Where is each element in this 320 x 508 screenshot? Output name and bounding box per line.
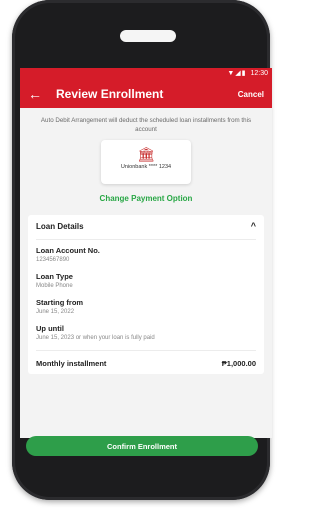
field-value: Mobile Phone [36,283,73,289]
signal-icon: ▼◢▮ [227,70,247,77]
field-value: 1234567890 [36,257,70,263]
loan-details-title: Loan Details [36,221,84,231]
chevron-up-icon[interactable]: ^ [251,221,256,231]
field-label: Loan Account No. [36,246,100,255]
field-value: June 15, 2022 [36,309,75,315]
field-label: Starting from [36,298,84,307]
bank-account-label: Unionbank **** 1234 [120,164,172,170]
field-value: June 15, 2023 or when your loan is fully… [36,335,155,341]
back-arrow-icon[interactable]: ← [28,80,50,108]
loan-type-field: Loan Type Mobile Phone [36,272,256,291]
loan-details-panel: Loan Details ^ Loan Account No. 12345678… [28,215,264,374]
cancel-button[interactable]: Cancel [238,90,264,99]
app-bar: ← Review Enrollment Cancel [20,80,272,108]
monthly-installment-value: ₱1,000.00 [221,359,256,368]
field-label: Up until [36,324,64,333]
field-label: Loan Type [36,272,73,281]
main-content: Auto Debit Arrangement will deduct the s… [20,108,272,438]
starting-from-field: Starting from June 15, 2022 [36,298,256,317]
status-time: 12:30 [250,70,268,77]
monthly-installment-row: Monthly installment ₱1,000.00 [36,350,256,368]
bank-account-card: 🏛 Unionbank **** 1234 [101,140,191,184]
auto-debit-info: Auto Debit Arrangement will deduct the s… [40,117,252,133]
change-payment-option-link[interactable]: Change Payment Option [28,194,264,203]
confirm-enrollment-button[interactable]: Confirm Enrollment [26,436,258,456]
loan-details-header[interactable]: Loan Details ^ [36,221,256,240]
monthly-installment-label: Monthly installment [36,359,107,368]
loan-account-field: Loan Account No. 1234567890 [36,246,256,265]
phone-speaker [120,30,176,42]
up-until-field: Up until June 15, 2023 or when your loan… [36,324,256,343]
page-title: Review Enrollment [56,87,164,101]
app-screen: ▼◢▮ 12:30 ← Review Enrollment Cancel Aut… [20,68,272,438]
bank-icon: 🏛 [137,146,155,162]
status-bar: ▼◢▮ 12:30 [20,68,272,80]
